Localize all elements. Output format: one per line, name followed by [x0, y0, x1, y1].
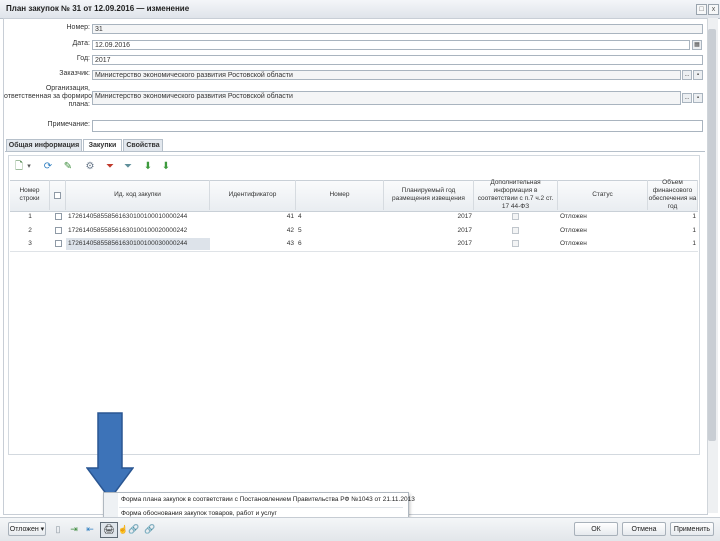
ok-button[interactable]: ОК	[574, 522, 618, 536]
org-clear-icon[interactable]: ▪	[693, 93, 703, 103]
number-label: Номер:	[66, 24, 91, 31]
header-additional-info[interactable]: Дополнительная информация в соответствии…	[474, 179, 558, 210]
cancel-button[interactable]: Отмена	[622, 522, 666, 536]
apply-button[interactable]: Применить	[670, 522, 714, 536]
row-number-value: 4	[298, 213, 302, 220]
organization-field[interactable]: Министерство экономического развития Рос…	[92, 91, 681, 105]
tab-properties[interactable]: Свойства	[123, 139, 163, 151]
customer-clear-icon[interactable]: ▪	[693, 70, 703, 80]
link-disabled-icon: 🔗	[144, 524, 156, 534]
export-icon[interactable]: ⬇	[160, 161, 172, 173]
filter-icon[interactable]: ⏷	[104, 161, 116, 173]
org-label-line2: ответственная за формирование	[4, 93, 112, 100]
row-checkbox[interactable]	[55, 227, 62, 234]
row-number: 2	[28, 227, 32, 234]
year-label: Год:	[76, 55, 90, 62]
row-additional-checkbox	[512, 213, 519, 220]
row-amount: 1	[692, 213, 696, 220]
popup-item-plan-form[interactable]: Форма плана закупок в соответствии с Пос…	[121, 494, 415, 506]
add-dropdown-icon[interactable]: ▾	[25, 161, 33, 173]
row-identifier: 42	[286, 227, 294, 234]
date-field[interactable]: 12.09.2016	[92, 40, 690, 50]
org-lookup-button[interactable]: ...	[682, 93, 692, 103]
document-icon[interactable]: ▯	[52, 523, 64, 535]
header-amount[interactable]: Объем финансового обеспечения на год	[648, 179, 698, 210]
table-row[interactable]: 1 172614058558561630100100010000244 41 4…	[10, 211, 698, 223]
row-purchase-code: 172614058558561630100100030000244	[66, 238, 210, 250]
row-planned-year: 2017	[457, 213, 472, 220]
row-additional-checkbox	[512, 227, 519, 234]
status-button-label: Отложен	[9, 526, 39, 533]
row-status: Отложен	[560, 240, 587, 247]
tab-divider	[5, 151, 705, 152]
header-row-number[interactable]: Номер строки	[10, 180, 50, 210]
header-status[interactable]: Статус	[558, 180, 648, 210]
header-number[interactable]: Номер	[296, 180, 384, 210]
close-window-button[interactable]: x	[708, 4, 719, 15]
row-number-value: 5	[298, 227, 302, 234]
row-amount: 1	[692, 240, 696, 247]
row-purchase-code: 172614058558561630100100020000242	[68, 227, 188, 234]
vertical-scrollbar-thumb[interactable]	[708, 29, 716, 441]
calendar-icon[interactable]: ▦	[692, 40, 702, 50]
print-icon[interactable]: 🖨	[100, 522, 118, 538]
row-purchase-code: 172614058558561630100100010000244	[68, 213, 188, 220]
header-select-all[interactable]	[50, 180, 66, 210]
add-icon[interactable]: 🗋	[13, 161, 25, 173]
row-planned-year: 2017	[457, 240, 472, 247]
refresh-icon[interactable]: ⟳	[42, 161, 54, 173]
customer-label: Заказчик:	[59, 70, 90, 77]
filter-clear-icon[interactable]: ⏷	[122, 161, 134, 173]
title-bar: План закупок № 31 от 12.09.2016 — измене…	[0, 0, 720, 19]
table-row[interactable]: 3 172614058558561630100100030000244 43 6…	[10, 238, 698, 250]
customer-field[interactable]: Министерство экономического развития Рос…	[92, 70, 681, 80]
org-label-line3: плана:	[68, 101, 90, 108]
row-amount: 1	[692, 227, 696, 234]
row-status: Отложен	[560, 227, 587, 234]
annotation-arrow-icon	[86, 412, 134, 500]
number-field[interactable]: 31	[92, 24, 703, 34]
tab-general-info[interactable]: Общая информация	[6, 139, 82, 151]
header-identifier[interactable]: Идентификатор	[210, 180, 296, 210]
customer-lookup-button[interactable]: ...	[682, 70, 692, 80]
status-menu-button[interactable]: Отложен ▾	[8, 522, 46, 536]
edit-icon[interactable]: ✎	[62, 161, 74, 173]
row-identifier: 41	[286, 213, 294, 220]
row-status: Отложен	[560, 213, 587, 220]
import-icon[interactable]: ⬇	[142, 161, 154, 173]
row-number-value: 6	[298, 240, 302, 247]
header-purchase-code[interactable]: Ид. код закупки	[66, 180, 210, 210]
year-field[interactable]: 2017	[92, 55, 703, 65]
note-label: Примечание:	[47, 121, 90, 128]
restore-window-button[interactable]: □	[696, 4, 707, 15]
chevron-down-icon: ▾	[40, 526, 45, 533]
org-label-line1: Организация,	[45, 85, 90, 92]
row-number: 1	[28, 213, 32, 220]
forward-icon[interactable]: ⇥	[68, 523, 80, 535]
row-number: 3	[28, 240, 32, 247]
window-title: План закупок № 31 от 12.09.2016 — измене…	[6, 4, 190, 13]
back-icon[interactable]: ⇤	[84, 523, 96, 535]
link-icon[interactable]: 🔗	[128, 523, 140, 535]
row-checkbox[interactable]	[55, 240, 62, 247]
table-row[interactable]: 2 172614058558561630100100020000242 42 5…	[10, 225, 698, 237]
rows-bottom-line	[10, 251, 698, 252]
settings-icon[interactable]: ⚙	[84, 161, 96, 173]
row-identifier: 43	[286, 240, 294, 247]
row-checkbox[interactable]	[55, 213, 62, 220]
row-additional-checkbox	[512, 240, 519, 247]
select-all-checkbox[interactable]	[54, 191, 61, 199]
row-planned-year: 2017	[457, 227, 472, 234]
note-field[interactable]	[92, 120, 703, 132]
date-label: Дата:	[72, 40, 90, 47]
header-planned-year[interactable]: Планируемый год размещения извещения	[384, 180, 474, 210]
